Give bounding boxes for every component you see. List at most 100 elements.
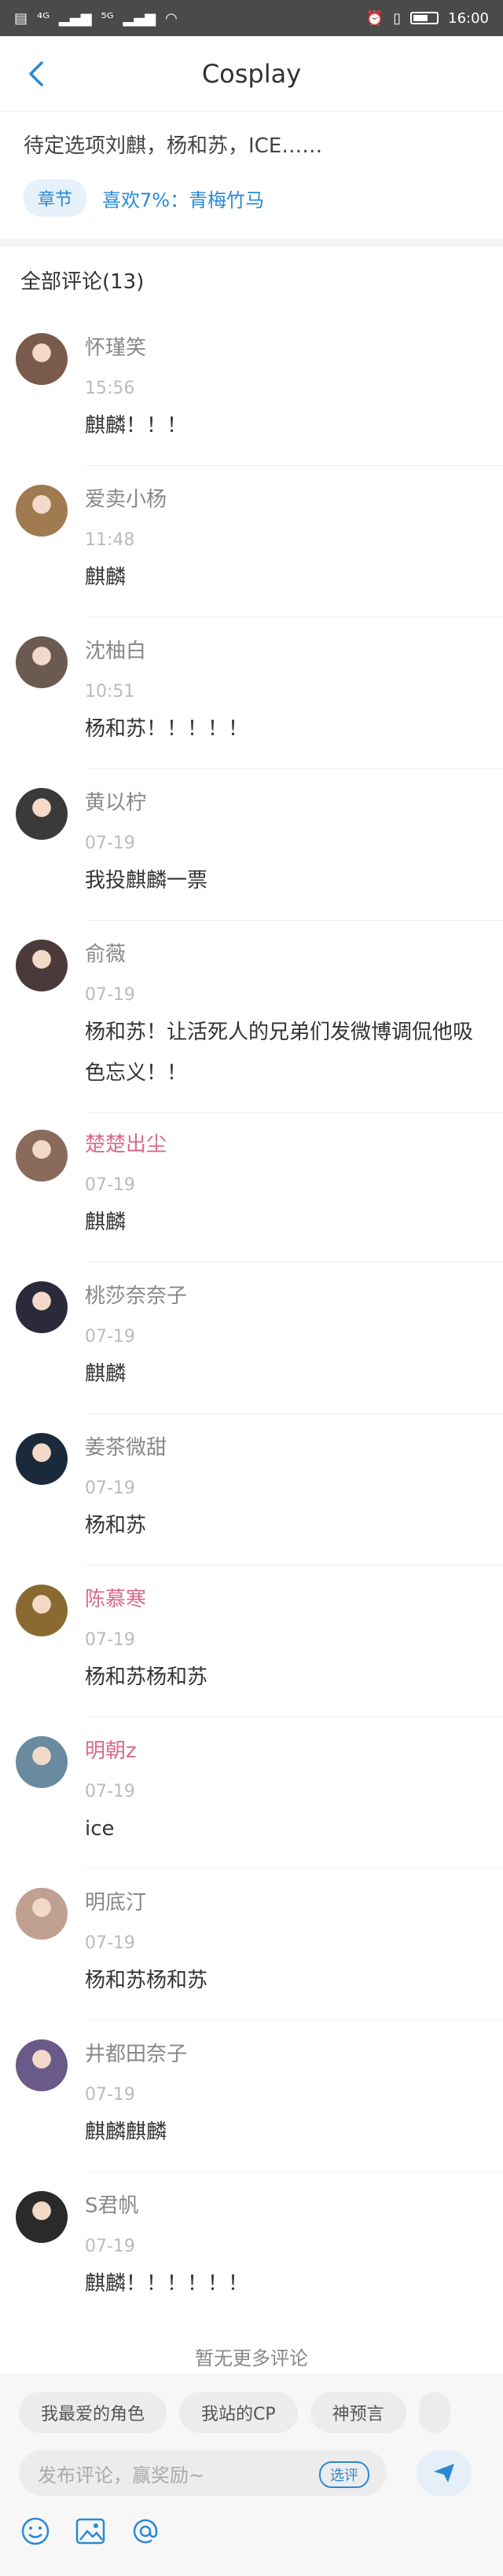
comment-time: 10:51: [85, 682, 135, 702]
comment-author[interactable]: 井都田奈子: [85, 2038, 187, 2067]
comment-text: 麒麟麒麟: [85, 2120, 167, 2144]
no-more-comments: 暂无更多评论: [195, 2347, 308, 2369]
avatar[interactable]: [16, 1888, 68, 1940]
quick-tags: 我最爱的角色 我站的CP 神预言: [19, 2392, 450, 2433]
signal-bars-icon: ▂▄▆: [59, 9, 92, 27]
story-like-text[interactable]: 喜欢7%：青梅竹马: [102, 185, 264, 212]
comment-author[interactable]: 沈柚白: [85, 635, 146, 664]
comment-time: 07-19: [85, 1175, 135, 1195]
comment-divider: [85, 768, 503, 769]
comment-author[interactable]: 桃莎奈奈子: [85, 1280, 187, 1309]
comment-author[interactable]: 爱卖小杨: [85, 483, 167, 512]
comment-author[interactable]: 楚楚出尘: [85, 1128, 167, 1157]
sim-icon: ▤: [14, 9, 28, 27]
alarm-icon: ⏰: [365, 9, 384, 27]
story-description: 待定选项刘麒，杨和苏，ICE……: [24, 134, 323, 158]
comment-author[interactable]: 黄以柠: [85, 786, 146, 815]
avatar[interactable]: [16, 485, 68, 537]
comment-text: 杨和苏！让活死人的兄弟们发微博调侃他吸色忘义！！: [85, 1021, 474, 1085]
comment-divider: [85, 2020, 503, 2021]
comment-composer: 我最爱的角色 我站的CP 神预言 发布评论，赢奖励~ 选评: [0, 2374, 503, 2576]
sticker-button[interactable]: 选评: [319, 2461, 369, 2488]
signal-right-icon: ⁵ᴳ: [101, 9, 114, 27]
avatar[interactable]: [16, 636, 68, 688]
comment-divider: [85, 1112, 503, 1113]
input-row: 发布评论，赢奖励~ 选评: [19, 2450, 484, 2496]
comment-divider: [85, 920, 503, 921]
comment-time: 07-19: [85, 834, 135, 853]
comment-divider: [85, 1413, 503, 1414]
status-left: ▤ ⁴ᴳ ▂▄▆ ⁵ᴳ ▂▄▆ ◠: [14, 10, 178, 27]
avatar[interactable]: [16, 1433, 68, 1485]
image-icon[interactable]: [74, 2515, 107, 2548]
vibrate-icon: ▯: [393, 9, 402, 27]
quick-tag[interactable]: 神预言: [310, 2392, 406, 2433]
send-button[interactable]: [417, 2450, 472, 2496]
story-tags: 章节 喜欢7%：青梅竹马: [24, 179, 479, 217]
comment-author[interactable]: 明底汀: [85, 1886, 146, 1915]
status-time: 16:00: [448, 9, 489, 27]
avatar[interactable]: [16, 788, 68, 840]
signal-left-icon: ⁴ᴳ: [37, 9, 50, 27]
quick-tag[interactable]: [418, 2392, 450, 2433]
comment-text: 杨和苏杨和苏: [85, 1665, 208, 1689]
comment-author[interactable]: 姜茶微甜: [85, 1431, 167, 1460]
comment-text: 杨和苏: [85, 1514, 147, 1537]
avatar[interactable]: [16, 333, 68, 385]
comment-divider: [85, 465, 503, 466]
avatar[interactable]: [16, 2191, 68, 2243]
comment-time: 07-19: [85, 1782, 135, 1801]
comment-time: 07-19: [85, 1479, 135, 1498]
mention-icon[interactable]: [129, 2515, 162, 2548]
comment-text: ice: [85, 1817, 115, 1841]
signal-bars-icon-2: ▂▄▆: [123, 9, 156, 27]
emoji-icon[interactable]: [19, 2515, 52, 2548]
comment-author[interactable]: 俞薇: [85, 938, 126, 967]
comment-time: 07-19: [85, 1630, 135, 1650]
comment-text: 麒麟: [85, 1211, 127, 1234]
comment-text: 杨和苏杨和苏: [85, 1969, 208, 1992]
comment-author[interactable]: 陈慕寒: [85, 1583, 146, 1612]
avatar[interactable]: [16, 1130, 68, 1182]
comment-text: 麒麟！！！: [85, 414, 188, 438]
comment-time: 11:48: [85, 530, 135, 550]
comment-text: 麒麟: [85, 566, 127, 589]
comment-input-placeholder: 发布评论，赢奖励~: [38, 2464, 205, 2486]
nav-bar: Cosplay: [0, 36, 503, 112]
comment-text: 我投麒麟一票: [85, 869, 208, 892]
comment-input[interactable]: 发布评论，赢奖励~ 选评: [19, 2450, 387, 2496]
avatar[interactable]: [16, 940, 68, 991]
comment-divider: [85, 1868, 503, 1869]
comment-text: 麒麟！！！！！！: [85, 2272, 249, 2296]
comment-text: 麒麟: [85, 1362, 127, 1386]
avatar[interactable]: [16, 1736, 68, 1788]
status-right: ⏰ ▯ 16:00: [366, 10, 489, 27]
avatar[interactable]: [16, 2039, 68, 2091]
comment-time: 07-19: [85, 2237, 135, 2256]
tool-row: [19, 2515, 162, 2548]
wifi-icon: ◠: [165, 9, 178, 27]
comment-time: 07-19: [85, 985, 135, 1005]
comment-author[interactable]: 怀瑾笑: [85, 332, 146, 361]
page-title: Cosplay: [201, 58, 302, 89]
comment-author[interactable]: 明朝z: [85, 1735, 137, 1764]
battery-icon: [410, 12, 439, 24]
comment-time: 07-19: [85, 2085, 135, 2105]
comment-divider: [85, 1565, 503, 1566]
avatar[interactable]: [16, 1281, 68, 1333]
chapter-badge[interactable]: 章节: [24, 179, 87, 217]
send-icon: [434, 2464, 454, 2483]
comments-header: 全部评论(13): [20, 270, 145, 294]
status-bar: ▤ ⁴ᴳ ▂▄▆ ⁵ᴳ ▂▄▆ ◠ ⏰ ▯ 16:00: [0, 0, 503, 36]
comment-author[interactable]: S君帆: [85, 2189, 139, 2219]
comment-time: 07-19: [85, 1933, 135, 1953]
avatar[interactable]: [16, 1585, 68, 1636]
comment-divider: [85, 2171, 503, 2172]
story-info: 待定选项刘麒，杨和苏，ICE…… 章节 喜欢7%：青梅竹马: [0, 112, 503, 247]
quick-tag[interactable]: 我最爱的角色: [19, 2392, 167, 2433]
comment-time: 15:56: [85, 379, 135, 398]
quick-tag[interactable]: 我站的CP: [179, 2392, 298, 2433]
comment-text: 杨和苏！！！！！: [85, 717, 249, 741]
back-icon[interactable]: [20, 58, 52, 90]
comment-time: 07-19: [85, 1327, 135, 1347]
